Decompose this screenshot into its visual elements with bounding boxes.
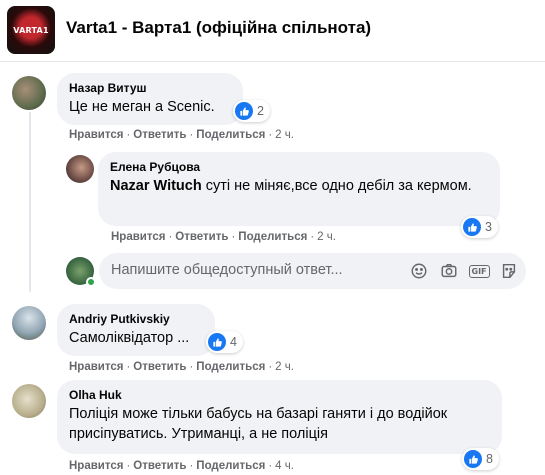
reaction-number: 3 <box>485 220 492 234</box>
comment-bubble: Andriy Putkivskiy Самоліквідатор ... <box>57 304 215 356</box>
comment-bubble: Елена Рубцова Nazar Wituch суті не міняє… <box>98 152 500 226</box>
comment-time[interactable]: 2 ч. <box>317 231 336 243</box>
like-icon <box>463 218 481 236</box>
comment-author[interactable]: Andriy Putkivskiy <box>69 312 203 326</box>
share-button[interactable]: Поделиться <box>196 460 265 472</box>
comment-bubble: Olha Huk Поліція може тільки бабусь на б… <box>57 380 502 454</box>
like-button[interactable]: Нравится <box>69 361 123 373</box>
group-header: VARTA1 Varta1 - Варта1 (офіційна спільно… <box>0 0 545 62</box>
like-button[interactable]: Нравится <box>111 231 165 243</box>
comment-text: Nazar Wituch суті не міняє,все одно дебі… <box>110 178 472 194</box>
like-button[interactable]: Нравится <box>69 129 123 141</box>
reaction-count[interactable]: 2 <box>233 100 270 122</box>
reply-button[interactable]: Ответить <box>175 231 228 243</box>
camera-icon[interactable] <box>439 261 459 281</box>
avatar-elena[interactable] <box>66 155 94 183</box>
avatar-olha[interactable] <box>12 384 46 418</box>
group-logo[interactable]: VARTA1 <box>7 6 55 54</box>
comment-text: Поліція може тільки бабусь на базарі ган… <box>69 406 448 442</box>
like-icon <box>208 333 226 351</box>
comment-actions: Нравится · Ответить · Поделиться · 2 ч. <box>111 231 336 243</box>
comment-actions: Нравится · Ответить · Поделиться · 2 ч. <box>69 129 294 141</box>
sticker-icon[interactable] <box>499 261 519 281</box>
reply-button[interactable]: Ответить <box>133 361 186 373</box>
comment-bubble: Назар Витуш Це не меган а Scenic. <box>57 73 243 125</box>
reaction-count[interactable]: 8 <box>462 448 499 470</box>
reply-input[interactable]: Напишите общедоступный ответ... GIF <box>99 253 526 289</box>
reaction-number: 8 <box>486 452 493 466</box>
comment-author[interactable]: Olha Huk <box>69 388 490 402</box>
comment-author[interactable]: Елена Рубцова <box>110 160 488 174</box>
share-button[interactable]: Поделиться <box>196 361 265 373</box>
avatar-nazar[interactable] <box>12 76 46 110</box>
like-icon <box>464 450 482 468</box>
comment-time[interactable]: 2 ч. <box>275 129 294 141</box>
comment-actions: Нравится · Ответить · Поделиться · 2 ч. <box>69 361 294 373</box>
gif-icon[interactable]: GIF <box>468 261 490 281</box>
comment-time[interactable]: 4 ч. <box>275 460 294 472</box>
reply-button[interactable]: Ответить <box>133 460 186 472</box>
comment-text: Самоліквідатор ... <box>69 330 190 346</box>
group-title[interactable]: Varta1 - Варта1 (офіційна спільнота) <box>66 18 371 38</box>
thread-line <box>29 112 31 292</box>
online-indicator <box>86 277 96 287</box>
mention-link[interactable]: Nazar Wituch <box>110 178 202 194</box>
smile-icon[interactable] <box>409 261 429 281</box>
comment-text: Це не меган а Scenic. <box>69 99 215 115</box>
share-button[interactable]: Поделиться <box>238 231 307 243</box>
reaction-count[interactable]: 3 <box>461 216 498 238</box>
reply-button[interactable]: Ответить <box>133 129 186 141</box>
reply-placeholder: Напишите общедоступный ответ... <box>111 262 343 278</box>
share-button[interactable]: Поделиться <box>196 129 265 141</box>
comment-time[interactable]: 2 ч. <box>275 361 294 373</box>
like-icon <box>235 102 253 120</box>
reaction-number: 4 <box>230 335 237 349</box>
reaction-number: 2 <box>257 104 264 118</box>
like-button[interactable]: Нравится <box>69 460 123 472</box>
avatar-andriy[interactable] <box>12 306 46 340</box>
comment-author[interactable]: Назар Витуш <box>69 81 231 95</box>
comment-actions: Нравится · Ответить · Поделиться · 4 ч. <box>69 460 294 472</box>
reaction-count[interactable]: 4 <box>206 331 243 353</box>
